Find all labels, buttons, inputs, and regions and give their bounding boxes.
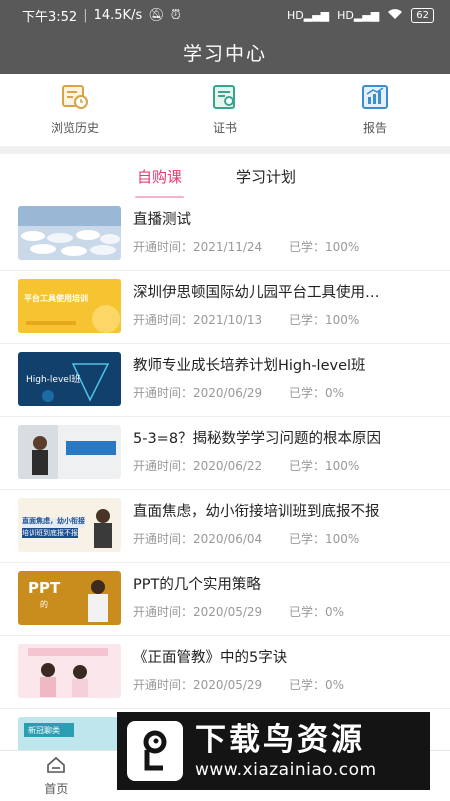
course-title: 直面焦虑，幼小衔接培训班到底报不报 (133, 504, 380, 520)
course-thumbnail: 直面焦虑，幼小衔接 培训班到底报不报 (18, 498, 121, 552)
course-progress: 已学：100% (289, 313, 360, 327)
nav-home-label: 首页 (44, 781, 69, 796)
quick-label-certificate: 证书 (212, 121, 237, 135)
course-progress: 已学：100% (289, 532, 360, 546)
section-divider (0, 146, 450, 154)
course-thumbnail: PPT 的 (18, 571, 121, 625)
course-meta: 开通时间：2020/05/29 已学：0% (133, 676, 433, 693)
history-icon (61, 84, 89, 114)
thumbnail-text: High-level班 (26, 375, 81, 385)
list-item[interactable]: 直面焦虑，幼小衔接 培训班到底报不报 直面焦虑，幼小衔接培训班到底报不报 开通时… (0, 490, 450, 563)
course-open-date: 开通时间：2020/05/29 (133, 678, 263, 692)
status-time: 下午3:52 (22, 9, 78, 25)
signal-icon: HD▂▄▆ (286, 8, 330, 22)
course-progress: 已学：0% (289, 386, 345, 400)
thumbnail-text: 培训班到底报不报 (22, 528, 78, 538)
mute-icon: 🔕︎ (148, 7, 165, 23)
signal-icon: HD▂▄▆ (337, 8, 380, 22)
course-thumbnail (18, 206, 121, 260)
course-open-date: 开通时间：2020/06/04 (133, 532, 263, 546)
course-meta: 开通时间：2020/05/29 已学：0% (133, 603, 433, 620)
course-progress: 已学：0% (289, 678, 345, 692)
course-open-date: 开通时间：2020/06/22 (133, 459, 263, 473)
course-open-date: 开通时间：2020/05/29 (133, 605, 263, 619)
list-item[interactable]: 直播测试 开通时间：2021/11/24 已学：100% (0, 198, 450, 271)
nav-home[interactable]: 首页 (11, 756, 101, 797)
watermark-text: 下载鸟资源 www.xiazainiao.com (195, 722, 377, 780)
course-info: 教师专业成长培养计划High-level班 开通时间：2020/06/29 已学… (133, 352, 433, 401)
status-bar: 下午3:52 | 14.5K/s 🔕︎ ⏰︎ HD▂▄▆ HD▂▄▆ 62 (0, 0, 450, 30)
list-item[interactable]: PPT 的 PPT的几个实用策略 开通时间：2020/05/29 已学：0% (0, 563, 450, 636)
wifi-icon (387, 8, 403, 23)
course-thumbnail (18, 644, 121, 698)
course-info: 5-3=8？揭秘数学学习问题的根本原因 开通时间：2020/06/22 已学：1… (133, 425, 433, 474)
course-open-date: 开通时间：2021/11/24 (133, 240, 263, 254)
watermark-title: 下载鸟资源 (195, 722, 365, 758)
list-item[interactable]: High-level班 教师专业成长培养计划High-level班 开通时间：2… (0, 344, 450, 417)
course-thumbnail: High-level班 (18, 352, 121, 406)
course-open-date: 开通时间：2020/06/29 (133, 386, 263, 400)
thumbnail-text: 直面焦虑，幼小衔接 (22, 517, 85, 525)
course-progress: 已学：100% (289, 240, 360, 254)
report-icon (361, 84, 389, 114)
certificate-icon (211, 84, 239, 114)
thumbnail-text: 平台工具使用培训 (24, 294, 88, 303)
course-info: 直播测试 开通时间：2021/11/24 已学：100% (133, 206, 433, 255)
course-list: 直播测试 开通时间：2021/11/24 已学：100% 平台工具使用培训 深圳… (0, 198, 450, 750)
bird-logo-icon (127, 721, 183, 781)
course-meta: 开通时间：2021/11/24 已学：100% (133, 238, 433, 255)
course-open-date: 开通时间：2021/10/13 (133, 313, 263, 327)
course-progress: 已学：0% (289, 605, 345, 619)
battery-icon: 62 (411, 7, 434, 23)
thumbnail-text: 的 (40, 600, 48, 609)
list-item[interactable]: 《正面管教》中的5字诀 开通时间：2020/05/29 已学：0% (0, 636, 450, 709)
app-header: 学习中心 (0, 30, 450, 74)
status-right: HD▂▄▆ HD▂▄▆ 62 (286, 7, 434, 23)
course-info: PPT的几个实用策略 开通时间：2020/05/29 已学：0% (133, 571, 433, 620)
course-thumbnail: 平台工具使用培训 (18, 279, 121, 333)
status-net-speed: 14.5K/s (93, 7, 143, 23)
course-title: 《正面管教》中的5字诀 (133, 650, 288, 666)
course-meta: 开通时间：2020/06/22 已学：100% (133, 457, 433, 474)
tab-study-plan[interactable]: 学习计划 (236, 160, 296, 193)
course-progress: 已学：100% (289, 459, 360, 473)
quick-label-history: 浏览历史 (50, 121, 99, 135)
course-info: 直面焦虑，幼小衔接培训班到底报不报 开通时间：2020/06/04 已学：100… (133, 498, 433, 547)
course-thumbnail (18, 425, 121, 479)
course-info: 《正面管教》中的5字诀 开通时间：2020/05/29 已学：0% (133, 644, 433, 693)
list-item[interactable]: 5-3=8？揭秘数学学习问题的根本原因 开通时间：2020/06/22 已学：1… (0, 417, 450, 490)
thumbnail-text: PPT (28, 579, 61, 597)
course-title: PPT的几个实用策略 (133, 577, 261, 593)
quick-item-report[interactable]: 报告 (320, 84, 430, 136)
course-title: 直播测试 (133, 212, 191, 228)
watermark-banner: 下载鸟资源 www.xiazainiao.com (117, 712, 430, 790)
course-title: 5-3=8？揭秘数学学习问题的根本原因 (133, 431, 382, 447)
page-title: 学习中心 (182, 42, 267, 65)
quick-actions: 浏览历史 证书 报告 (0, 74, 450, 146)
alarm-icon: ⏰︎ (170, 7, 181, 23)
course-info: 深圳伊思顿国际幼儿园平台工具使用… 开通时间：2021/10/13 已学：100… (133, 279, 433, 328)
course-thumbnail: 新冠聊类 (18, 717, 121, 750)
course-meta: 开通时间：2020/06/29 已学：0% (133, 384, 433, 401)
course-meta: 开通时间：2021/10/13 已学：100% (133, 311, 433, 328)
home-icon (46, 756, 66, 777)
tab-purchased[interactable]: 自购课 (134, 160, 185, 199)
quick-label-report: 报告 (362, 121, 387, 135)
course-title: 深圳伊思顿国际幼儿园平台工具使用… (133, 285, 380, 301)
status-left: 下午3:52 | 14.5K/s 🔕︎ ⏰︎ (22, 7, 181, 25)
quick-item-history[interactable]: 浏览历史 (20, 84, 130, 136)
course-tabs: 自购课 学习计划 (0, 154, 450, 199)
watermark-url: www.xiazainiao.com (195, 760, 377, 780)
thumbnail-text: 新冠聊类 (28, 726, 60, 735)
course-meta: 开通时间：2020/06/04 已学：100% (133, 530, 433, 547)
course-title: 教师专业成长培养计划High-level班 (133, 358, 366, 374)
quick-item-certificate[interactable]: 证书 (170, 84, 280, 136)
list-item[interactable]: 平台工具使用培训 深圳伊思顿国际幼儿园平台工具使用… 开通时间：2021/10/… (0, 271, 450, 344)
